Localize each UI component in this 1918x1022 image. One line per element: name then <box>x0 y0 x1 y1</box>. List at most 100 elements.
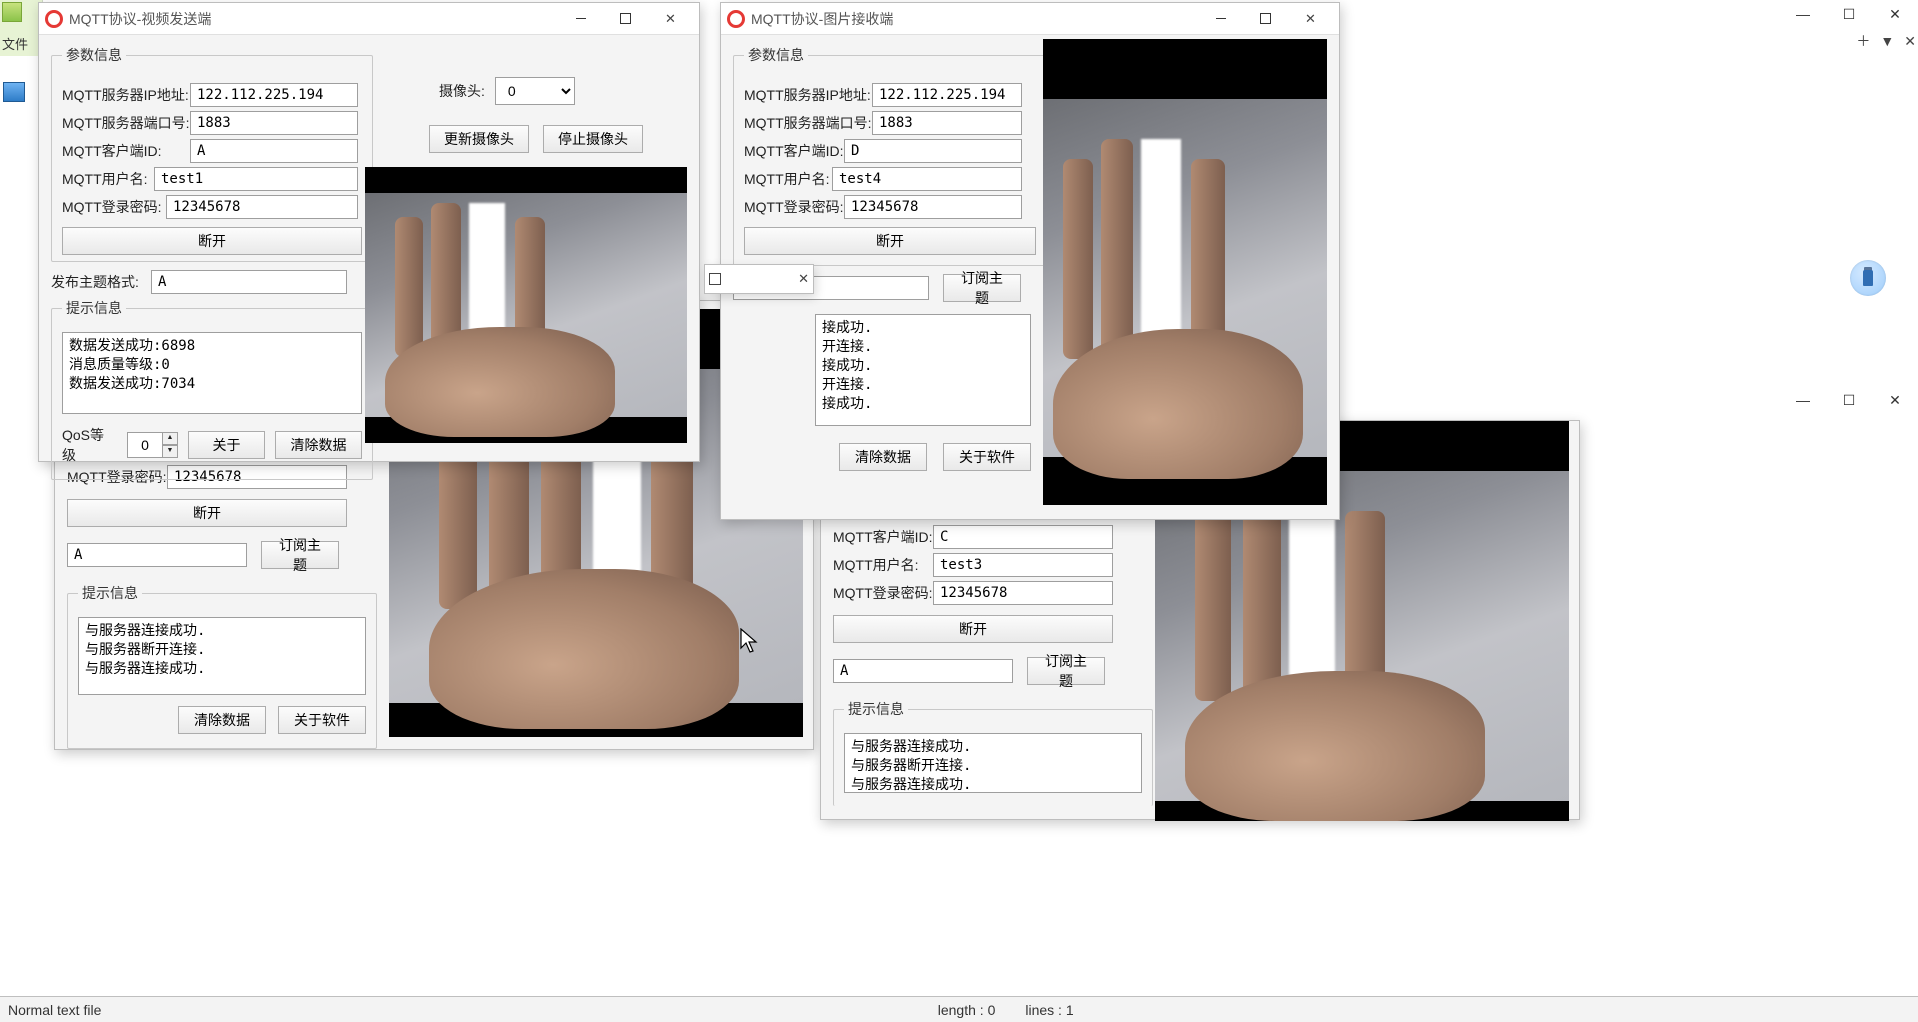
label-username: MQTT用户名: <box>833 555 933 575</box>
tab-close-icon[interactable]: ✕ <box>1904 33 1916 50</box>
disconnect-button[interactable]: 断开 <box>744 227 1036 255</box>
hint-group-label: 提示信息 <box>78 583 142 603</box>
mini-dialog[interactable]: ✕ <box>704 264 814 294</box>
label-password: MQTT登录密码: <box>833 583 933 603</box>
client-id-field[interactable] <box>933 525 1113 549</box>
password-field[interactable] <box>933 581 1113 605</box>
label-port: MQTT服务器端口号: <box>744 113 872 133</box>
log-textarea[interactable]: 与服务器连接成功. 与服务器断开连接. 与服务器连接成功. <box>78 617 366 695</box>
username-field[interactable] <box>832 167 1022 191</box>
about-software-button[interactable]: 关于软件 <box>943 443 1031 471</box>
mini-dialog-restore-icon[interactable] <box>709 273 721 285</box>
subscribe-button[interactable]: 订阅主题 <box>943 274 1021 302</box>
background-window-controls-1: — ☐ ✕ <box>1780 0 1918 28</box>
bg-min-icon[interactable]: — <box>1780 0 1826 28</box>
clear-data-button[interactable]: 清除数据 <box>275 431 362 459</box>
stop-camera-button[interactable]: 停止摄像头 <box>543 125 643 153</box>
app-icon <box>727 10 745 28</box>
password-field[interactable] <box>844 195 1022 219</box>
log-textarea[interactable]: 数据发送成功:6898 消息质量等级:0 数据发送成功:7034 <box>62 332 362 414</box>
close-button[interactable] <box>648 4 693 34</box>
close-button[interactable] <box>1288 4 1333 34</box>
username-field[interactable] <box>154 167 358 191</box>
params-group-label: 参数信息 <box>744 45 808 65</box>
update-camera-button[interactable]: 更新摄像头 <box>429 125 529 153</box>
label-username: MQTT用户名: <box>62 169 154 189</box>
titlebar[interactable]: MQTT协议-图片接收端 <box>721 3 1339 35</box>
disconnect-button[interactable]: 断开 <box>833 615 1113 643</box>
ip-field[interactable] <box>190 83 358 107</box>
spin-up-icon[interactable]: ▲ <box>162 432 178 445</box>
background-tab-strip: ＋ ▼ ✕ <box>1856 30 1916 52</box>
spin-down-icon[interactable]: ▼ <box>162 445 178 458</box>
maximize-button[interactable] <box>603 4 648 34</box>
label-client-id: MQTT客户端ID: <box>833 527 933 547</box>
about-button[interactable]: 关于 <box>188 431 265 459</box>
titlebar[interactable]: MQTT协议-视频发送端 <box>39 3 699 35</box>
label-client-id: MQTT客户端ID: <box>744 141 844 161</box>
bg2-max-icon[interactable]: ☐ <box>1826 386 1872 414</box>
subscribe-topic-field[interactable] <box>67 543 247 567</box>
port-field[interactable] <box>190 111 358 135</box>
disconnect-button[interactable]: 断开 <box>67 499 347 527</box>
hint-group-label: 提示信息 <box>844 699 908 719</box>
bg-max-icon[interactable]: ☐ <box>1826 0 1872 28</box>
client-id-field[interactable] <box>844 139 1022 163</box>
log-textarea[interactable]: 接成功. 开连接. 接成功. 开连接. 接成功. <box>815 314 1031 426</box>
window-video-sender: MQTT协议-视频发送端 参数信息 MQTT服务器IP地址: MQTT服务器端口… <box>38 2 700 462</box>
background-tool-icon[interactable] <box>3 82 25 102</box>
subscribe-button[interactable]: 订阅主题 <box>1027 657 1105 685</box>
client-id-field[interactable] <box>190 139 358 163</box>
label-username: MQTT用户名: <box>744 169 832 189</box>
video-frame-receiver <box>1043 39 1327 505</box>
status-bar: Normal text file length : 0 lines : 1 <box>0 996 1918 1022</box>
username-field[interactable] <box>933 553 1113 577</box>
background-app-icon <box>2 2 22 22</box>
password-field[interactable] <box>166 195 358 219</box>
status-length: length : 0 <box>938 1002 996 1018</box>
tab-add-icon[interactable]: ＋ <box>1856 31 1870 51</box>
background-left-toolbar <box>0 80 26 104</box>
window-image-receiver: MQTT协议-图片接收端 参数信息 MQTT服务器IP地址: MQTT服务器端口… <box>720 2 1340 520</box>
label-qos: QoS等级 <box>62 425 117 465</box>
publish-topic-field[interactable] <box>151 270 347 294</box>
window-title: MQTT协议-视频发送端 <box>69 9 558 29</box>
usb-device-icon[interactable] <box>1850 260 1886 296</box>
about-software-button[interactable]: 关于软件 <box>278 706 366 734</box>
disconnect-button[interactable]: 断开 <box>62 227 362 255</box>
background-window-controls-2: — ☐ ✕ <box>1780 386 1918 414</box>
qos-value[interactable] <box>127 432 163 458</box>
clear-data-button[interactable]: 清除数据 <box>839 443 927 471</box>
bg2-close-icon[interactable]: ✕ <box>1872 386 1918 414</box>
bg-close-icon[interactable]: ✕ <box>1872 0 1918 28</box>
params-group-label: 参数信息 <box>62 45 126 65</box>
label-publish-topic: 发布主题格式: <box>51 272 151 292</box>
clear-data-button[interactable]: 清除数据 <box>178 706 266 734</box>
camera-select[interactable]: 0 <box>495 77 575 105</box>
ip-field[interactable] <box>872 83 1022 107</box>
status-file-type: Normal text file <box>8 1002 101 1018</box>
subscribe-topic-field[interactable] <box>833 659 1013 683</box>
bg2-min-icon[interactable]: — <box>1780 386 1826 414</box>
background-menu-file[interactable]: 文件 <box>2 34 28 53</box>
subscribe-button[interactable]: 订阅主题 <box>261 541 339 569</box>
maximize-button[interactable] <box>1243 4 1288 34</box>
label-ip: MQTT服务器IP地址: <box>62 85 190 105</box>
label-client-id: MQTT客户端ID: <box>62 141 190 161</box>
minimize-button[interactable] <box>558 4 603 34</box>
app-icon <box>45 10 63 28</box>
label-password: MQTT登录密码: <box>744 197 844 217</box>
qos-spinner[interactable]: ▲▼ <box>127 432 178 458</box>
minimize-button[interactable] <box>1198 4 1243 34</box>
label-ip: MQTT服务器IP地址: <box>744 85 872 105</box>
label-camera: 摄像头: <box>439 81 485 101</box>
tab-dropdown-icon[interactable]: ▼ <box>1880 33 1894 49</box>
background-app-corner: 文件 <box>0 0 43 56</box>
log-textarea[interactable]: 与服务器连接成功. 与服务器断开连接. 与服务器连接成功. <box>844 733 1142 793</box>
label-port: MQTT服务器端口号: <box>62 113 190 133</box>
label-password: MQTT登录密码: <box>62 197 166 217</box>
mini-dialog-close-icon[interactable]: ✕ <box>798 271 809 287</box>
port-field[interactable] <box>872 111 1022 135</box>
video-frame-sender <box>365 167 687 443</box>
hint-group-label: 提示信息 <box>62 298 126 318</box>
